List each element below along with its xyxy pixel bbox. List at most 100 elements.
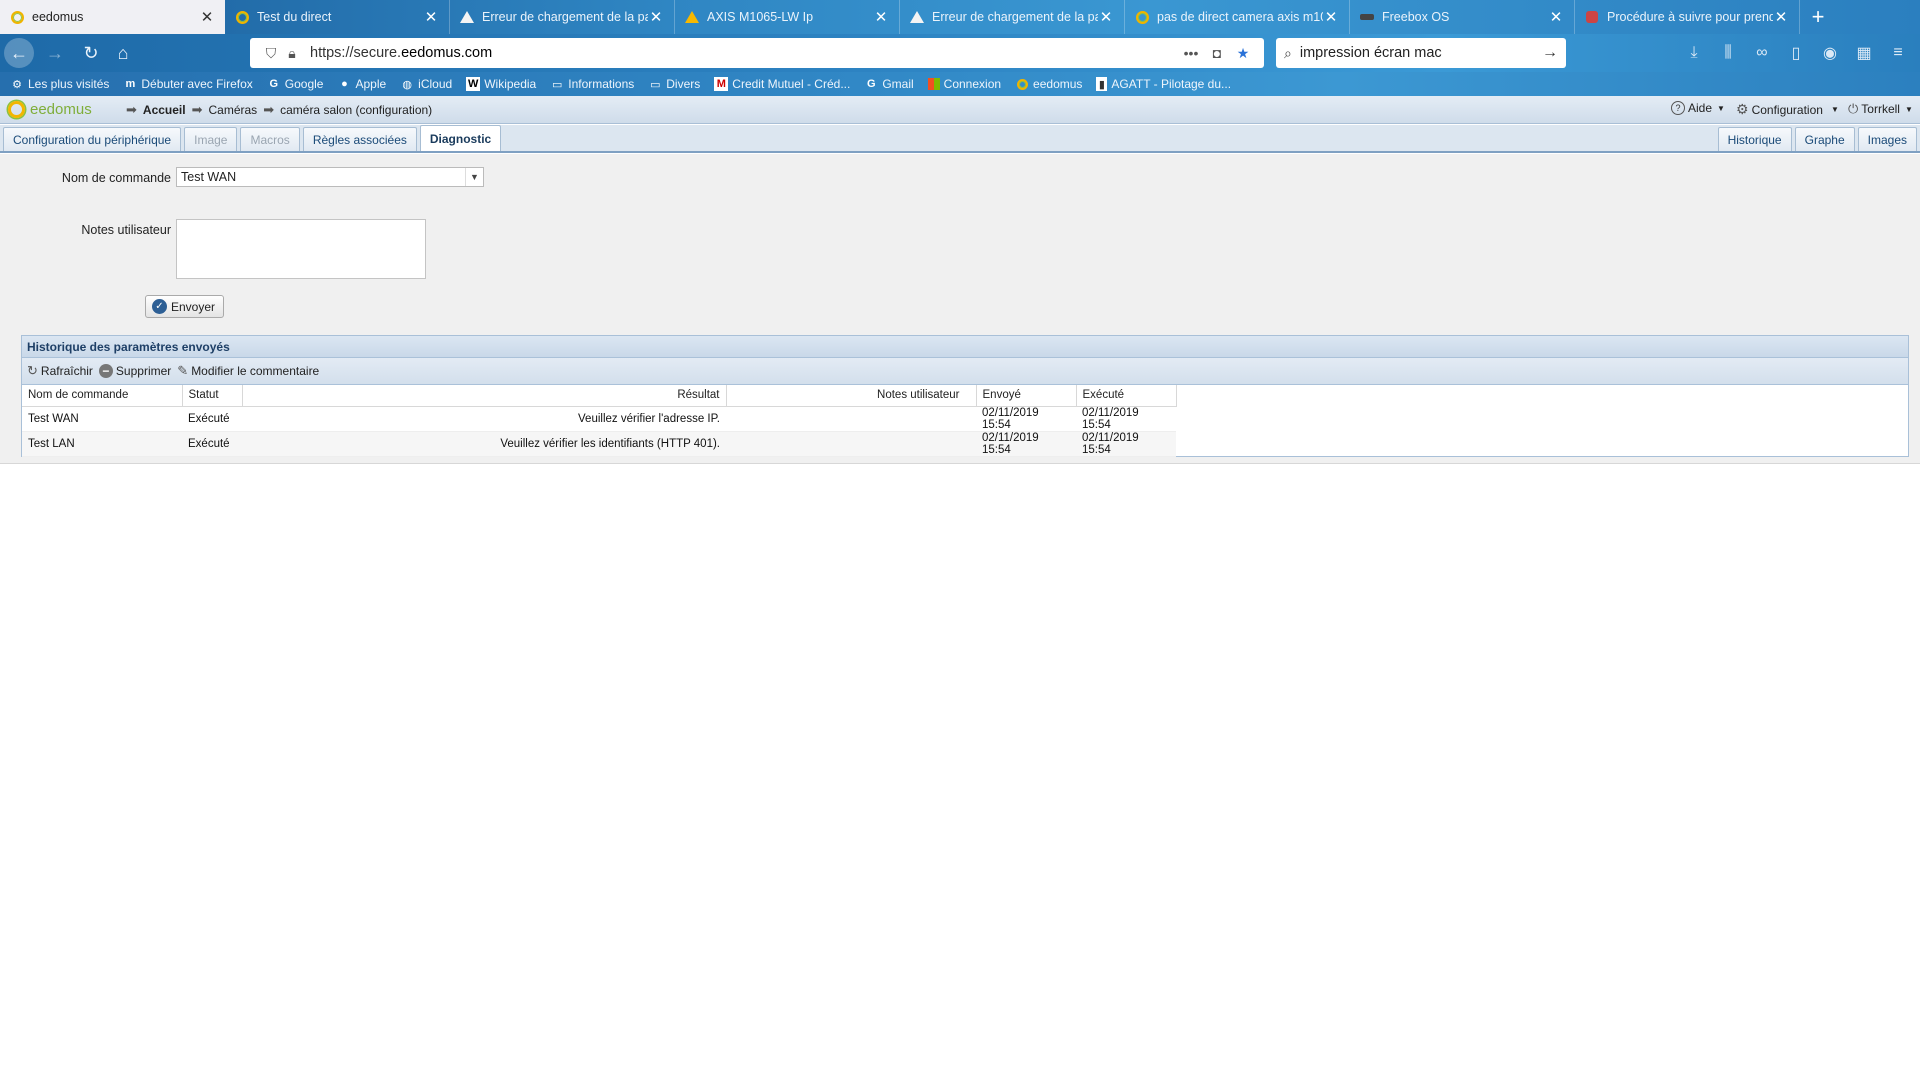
forward-button[interactable]: → [40,38,70,68]
breadcrumb-cameras[interactable]: Caméras [209,103,258,117]
search-bar[interactable]: ⌕ impression écran mac → [1276,38,1566,68]
tab-configuration[interactable]: Configuration du périphérique [3,127,182,151]
user-menu[interactable]: ⏻ Torrkell ▼ [1848,101,1913,117]
browser-tab-procedure[interactable]: Procédure à suivre pour prendre ✕ [1575,0,1800,34]
bookmark-item[interactable]: ▭ Informations [550,77,634,91]
close-icon[interactable]: ✕ [199,9,215,26]
command-label: Nom de commande [61,171,171,185]
browser-tab-strip: eedomus ✕ Test du direct ✕ Erreur de cha… [0,0,1920,34]
bookmark-item[interactable]: ◍ iCloud [400,77,452,91]
close-icon[interactable]: ✕ [648,9,664,26]
pocket-icon[interactable]: ◘ [1204,45,1230,61]
edit-comment-button[interactable]: ✎ Modifier le commentaire [177,363,319,379]
url-bar[interactable]: ⛉ 🔒︎ https://secure.eedomus.com ••• ◘ ★ [250,38,1264,68]
back-button[interactable]: ← [4,38,34,68]
tab-graph[interactable]: Graphe [1794,127,1855,151]
cell-notes [726,406,976,432]
bookmark-item[interactable]: W Wikipedia [466,77,536,91]
arrow-right-icon: ➡ [126,101,137,117]
arrow-right-icon[interactable]: → [1542,44,1558,62]
column-header-notes[interactable]: Notes utilisateur [726,385,977,407]
library-button[interactable]: ⫼ [1714,38,1742,68]
bookmark-star-icon[interactable]: ★ [1230,45,1256,62]
bookmark-item[interactable]: G Gmail [864,77,914,91]
arrow-right-icon: ➡ [263,101,275,117]
history-toolbar: ↻ Rafraîchir − Supprimer ✎ Modifier le c… [22,358,1908,385]
help-menu[interactable]: ? Aide ▼ [1671,101,1725,115]
folder-icon: ▭ [650,78,661,91]
bookmark-item[interactable]: Connexion [927,77,1001,91]
bookmark-item[interactable]: M Credit Mutuel - Créd... [714,77,850,91]
pencil-icon: ✎ [177,363,189,378]
column-header-executed[interactable]: Exécuté [1076,385,1177,407]
lock-icon[interactable]: 🔒︎ [284,45,300,62]
sync-button[interactable]: ∞ [1748,38,1776,68]
tab-macros[interactable]: Macros [240,127,300,151]
browser-tab-eedomus[interactable]: eedomus ✕ [0,0,225,34]
close-icon[interactable]: ✕ [423,9,439,26]
bookmark-item[interactable]: G Google [267,77,323,91]
column-header-sent[interactable]: Envoyé [976,385,1077,407]
table-row[interactable]: Test LAN Exécuté Veuillez vérifier les i… [22,431,1176,457]
more-options-icon[interactable]: ••• [1178,45,1204,61]
breadcrumb-home[interactable]: Accueil [143,103,186,117]
table-row[interactable]: Test WAN Exécuté Veuillez vérifier l'adr… [22,406,1176,432]
bookmark-item[interactable]: ⚙ Les plus visités [10,77,109,91]
new-tab-button[interactable]: + [1800,0,1836,34]
close-icon[interactable]: ✕ [1098,9,1114,26]
configuration-menu[interactable]: ⚙ Configuration ▼ [1736,101,1839,118]
download-button[interactable]: ⤓ [1680,38,1708,68]
chevron-down-icon[interactable]: ▼ [465,168,483,186]
home-button[interactable]: ⌂ [108,38,138,68]
close-icon[interactable]: ✕ [873,9,889,26]
search-input[interactable]: impression écran mac [1300,45,1542,61]
command-select[interactable]: Test WAN ▼ [176,167,484,187]
column-header-command[interactable]: Nom de commande [22,385,183,407]
notes-textarea[interactable] [176,219,426,279]
column-header-status[interactable]: Statut [182,385,243,407]
close-icon[interactable]: ✕ [1323,9,1339,26]
browser-tab-test-du-direct[interactable]: Test du direct ✕ [225,0,450,34]
history-title: Historique des paramètres envoyés [22,336,1908,358]
column-header-result[interactable]: Résultat [242,385,727,407]
cell-command: Test LAN [22,431,182,457]
delete-button[interactable]: − Supprimer [98,364,171,378]
send-button[interactable]: ✓ Envoyer [145,295,225,318]
cell-status: Exécuté [182,431,242,457]
browser-tab-error-1[interactable]: Erreur de chargement de la page ✕ [450,0,675,34]
tab-history[interactable]: Historique [1717,127,1792,151]
url-text[interactable]: https://secure.eedomus.com [310,45,1178,61]
bookmark-item[interactable]: ▭ Divers [648,77,700,91]
search-icon: ⌕ [1284,44,1292,61]
tab-image[interactable]: Image [184,127,238,151]
browser-tab-freebox[interactable]: Freebox OS ✕ [1350,0,1575,34]
diagnostic-panel: Nom de commande Test WAN ▼ Notes utilisa… [0,154,1920,464]
eedomus-logo[interactable]: eedomus [8,101,118,118]
bookmark-item[interactable]: ▮ AGATT - Pilotage du... [1096,77,1231,91]
account-button[interactable]: ◉ [1816,38,1844,68]
close-icon[interactable]: ✕ [1773,9,1789,26]
bookmark-item[interactable]: ● Apple [337,77,386,91]
menu-button[interactable]: ≡ [1884,38,1912,68]
browser-tab-error-2[interactable]: Erreur de chargement de la page ✕ [900,0,1125,34]
sidebar-icon: ▯ [1791,45,1801,62]
reload-button[interactable]: ↻ [76,38,106,68]
extensions-button[interactable]: ▦ [1850,38,1878,68]
sidebar-button[interactable]: ▯ [1782,38,1810,68]
tab-title: AXIS M1065-LW Ip [707,10,814,24]
close-icon[interactable]: ✕ [1548,9,1564,26]
command-select-value: Test WAN [181,170,237,184]
bookmark-item[interactable]: m Débuter avec Firefox [123,77,252,91]
history-table: Nom de commande Statut Résultat Notes ut… [22,385,1177,457]
shield-icon[interactable]: ⛉ [258,45,284,62]
toolbar-right: ⤓ ⫼ ∞ ▯ ◉ ▦ ≡ [1680,38,1912,68]
tab-diagnostic[interactable]: Diagnostic [419,125,502,151]
browser-tab-forum[interactable]: pas de direct camera axis m1065 ✕ [1125,0,1350,34]
bookmark-item[interactable]: eedomus [1015,77,1082,91]
refresh-button[interactable]: ↻ Rafraîchir [27,363,93,379]
tab-images[interactable]: Images [1857,127,1917,151]
cell-executed: 02/11/2019 15:54 [1076,406,1176,432]
tab-rules[interactable]: Règles associées [302,127,417,151]
browser-tab-axis[interactable]: AXIS M1065-LW Ip ✕ [675,0,900,34]
bookmarks-bar: ⚙ Les plus visités m Débuter avec Firefox … [0,72,1920,96]
